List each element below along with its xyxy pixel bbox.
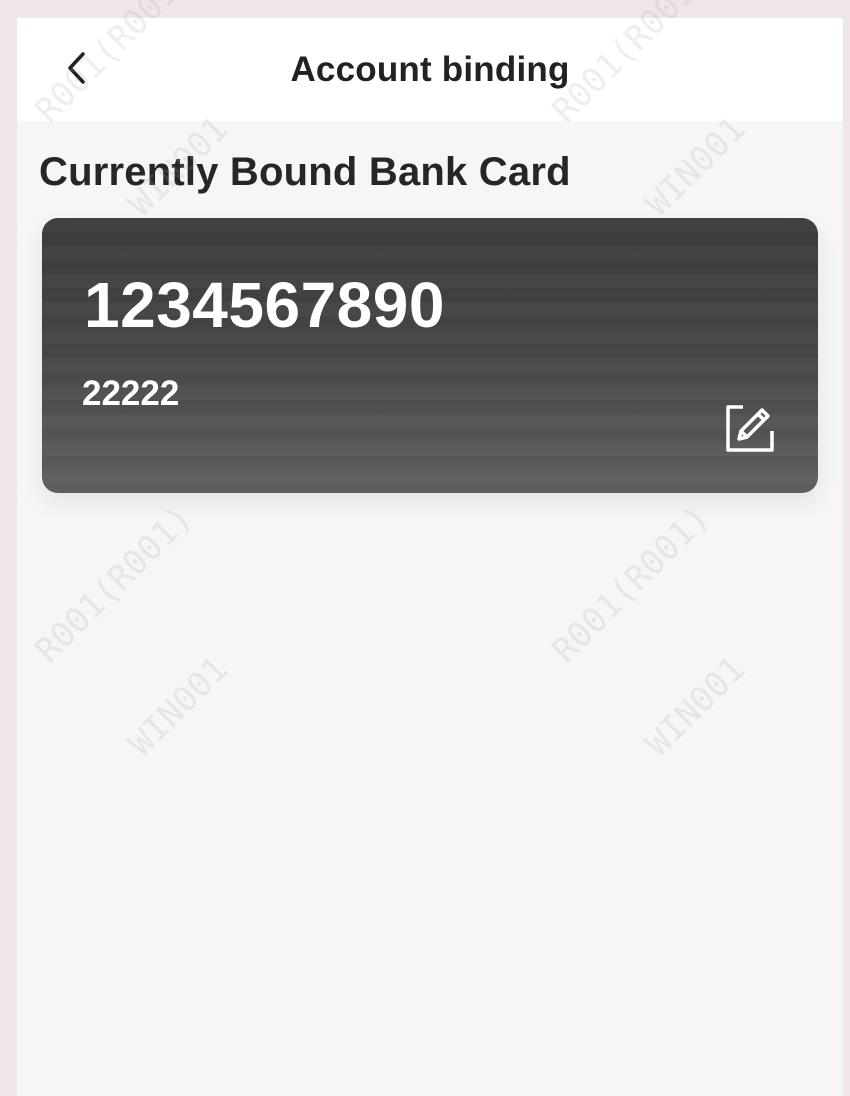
card-number: 1234567890 [84, 269, 445, 341]
page-title: Account binding [290, 49, 570, 89]
edit-card-button[interactable] [720, 398, 780, 458]
bank-card: 1234567890 22222 [42, 218, 818, 493]
card-holder-name: 22222 [82, 374, 180, 413]
back-button[interactable] [55, 44, 99, 92]
account-binding-screen: Account binding Currently Bound Bank Car… [17, 18, 843, 1096]
top-bar: Account binding [17, 18, 843, 121]
section-title: Currently Bound Bank Card [39, 150, 571, 194]
chevron-left-icon [68, 52, 85, 84]
edit-icon [726, 405, 774, 452]
